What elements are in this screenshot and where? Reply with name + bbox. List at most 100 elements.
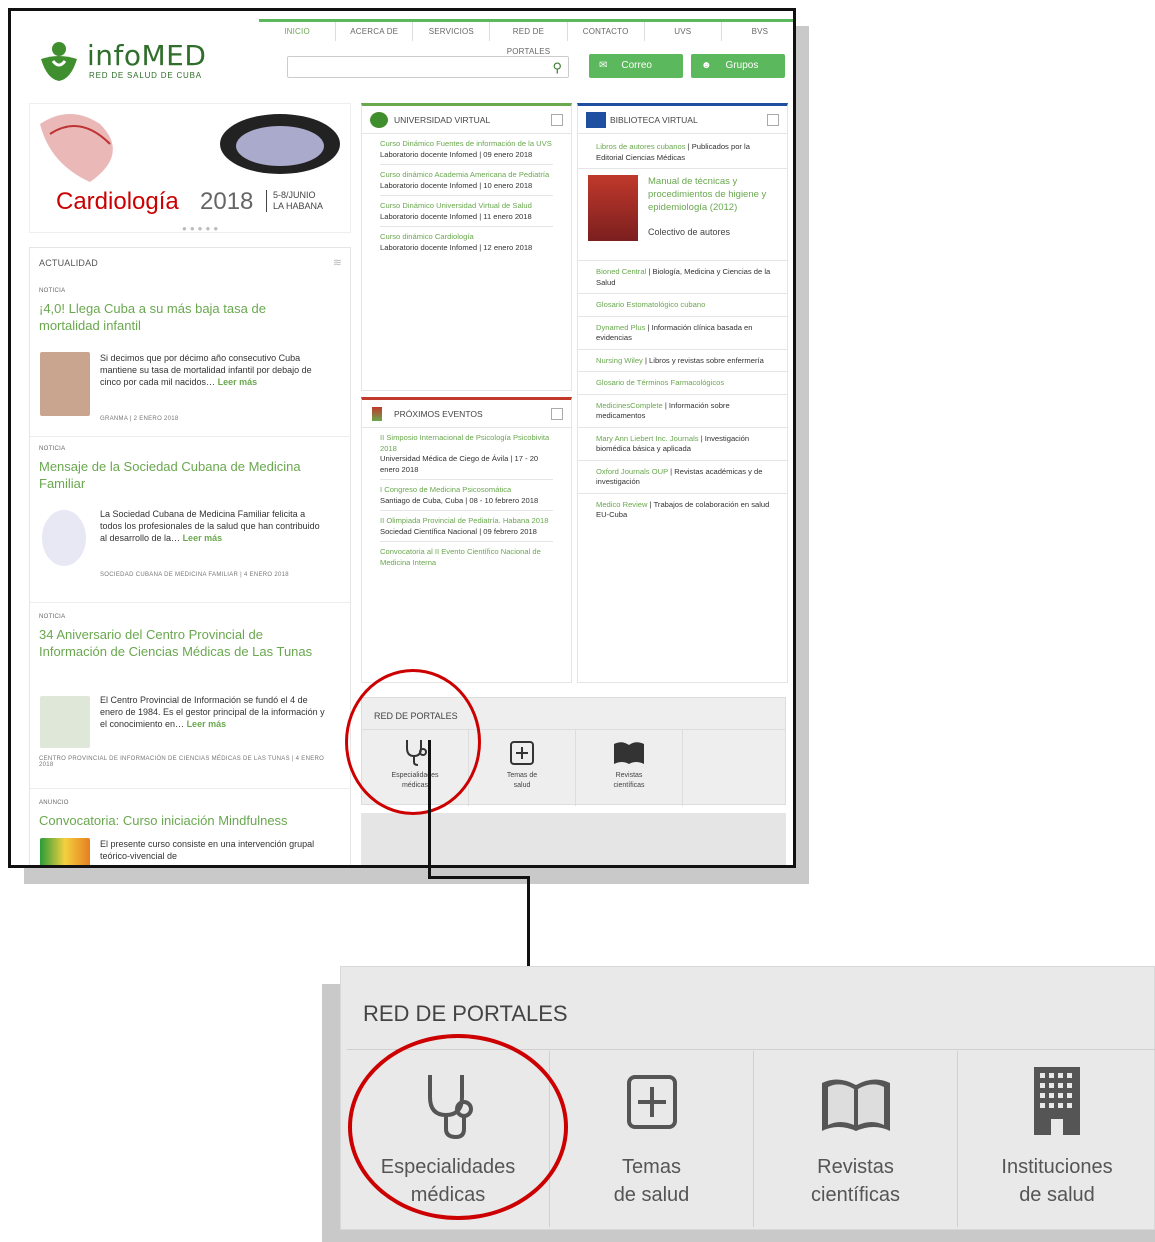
actualidad-panel: ACTUALIDAD ≋ NOTICIA ¡4,0! Llega Cuba a … [29, 247, 351, 865]
news-title[interactable]: Mensaje de la Sociedad Cubana de Medicin… [39, 458, 329, 492]
list-item[interactable]: Nursing Wiley | Libros y revistas sobre … [578, 356, 787, 372]
news-body: El presente curso consiste en una interv… [100, 839, 315, 861]
book-icon [614, 742, 644, 764]
news-tag: NOTICIA [39, 614, 66, 620]
carousel-dots[interactable]: ●●●●● [182, 224, 221, 232]
news-body: El Centro Provincial de Información se f… [100, 695, 325, 729]
baby-photo-image [40, 352, 90, 416]
top-nav: INICIO ACERCA DE SERVICIOS RED DE PORTAL… [259, 19, 793, 56]
banner-year: 2018 [200, 188, 254, 215]
nav-item-inicio[interactable]: INICIO [259, 22, 337, 41]
cpicm-logo-image [40, 696, 90, 748]
list-item[interactable]: Oxford Journals OUP | Revistas académica… [578, 467, 787, 494]
zoom-portal-revistas[interactable]: Revistas científicas [754, 1051, 958, 1227]
highlight-circle-small [345, 669, 481, 815]
actualidad-title: ACTUALIDAD [39, 258, 99, 268]
nav-item-uvs[interactable]: UVS [645, 22, 722, 41]
list-item[interactable]: I Congreso de Medicina Psicosomática Sant… [362, 480, 571, 511]
list-item[interactable]: II Simposio Internacional de Psicología … [362, 428, 571, 480]
portal-temas[interactable]: Temas de salud [469, 730, 576, 806]
screenshot-frame: INICIO ACERCA DE SERVICIOS RED DE PORTAL… [8, 8, 796, 868]
news-title[interactable]: ¡4,0! Llega Cuba a su más baja tasa de m… [39, 300, 329, 334]
leer-mas-link[interactable]: Leer más [183, 533, 223, 543]
list-item[interactable]: Libros de autores cubanos | Publicados p… [578, 142, 787, 169]
book-cover-image [588, 175, 638, 241]
search-icon[interactable]: ⚲ [552, 60, 562, 76]
nav-item-acerca[interactable]: ACERCA DE [336, 22, 414, 41]
users-icon: ☻ [701, 60, 712, 71]
news-title[interactable]: 34 Aniversario del Centro Provincial de … [39, 626, 329, 660]
banner-date: 5-8/JUNIO [273, 190, 316, 200]
book-title: Manual de técnicas y procedimientos de h… [648, 176, 767, 213]
society-seal-image [42, 510, 86, 566]
news-body: Si decimos que por décimo año consecutiv… [100, 353, 312, 387]
universidad-virtual-panel: UNIVERSIDAD VIRTUAL Curso Dinámico Fuent… [361, 103, 572, 391]
news-title[interactable]: Convocatoria: Curso iniciación Mindfulne… [39, 812, 339, 829]
infomed-logo-icon[interactable] [37, 39, 81, 83]
plus-box-icon [626, 1075, 677, 1129]
list-item[interactable]: Curso Dinámico Universidad Virtual de Sa… [362, 196, 571, 227]
portal-revistas[interactable]: Revistas científicas [576, 730, 683, 806]
rss-icon[interactable]: ≋ [333, 256, 342, 269]
external-link-icon[interactable] [551, 114, 563, 126]
mindfulness-image [40, 838, 90, 865]
eventos-panel: PRÓXIMOS EVENTOS II Simposio Internacion… [361, 397, 572, 683]
nav-item-bvs[interactable]: BVS [722, 22, 793, 41]
grupos-label: Grupos [725, 60, 759, 71]
cardiologia-banner[interactable]: Cardiología 2018 5-8/JUNIO LA HABANA ●●●●… [29, 103, 351, 233]
connector-line [428, 876, 530, 879]
grupos-button[interactable]: ☻ Grupos [691, 54, 785, 78]
list-item[interactable]: Dynamed Plus | Información clínica basad… [578, 323, 787, 350]
heart-illustration-image [40, 114, 340, 182]
list-item[interactable]: MedicinesComplete | Información sobre me… [578, 401, 787, 428]
list-item[interactable]: Curso dinámico Cardiología Laboratorio do… [362, 227, 571, 253]
mail-icon: ✉ [599, 60, 608, 71]
logo-text: infoMED [87, 39, 207, 72]
blank-widget [361, 813, 786, 865]
list-item[interactable]: Glosario Estomatológico cubano [578, 300, 787, 317]
correo-button[interactable]: ✉ Correo [589, 54, 683, 78]
news-tag: NOTICIA [39, 288, 66, 294]
list-item[interactable]: Curso Dinámico Fuentes de información de… [362, 134, 571, 165]
zoom-portal-instituciones[interactable]: Instituciones de salud [958, 1051, 1155, 1227]
book-icon [821, 1079, 890, 1131]
nav-item-servicios[interactable]: SERVICIOS [413, 22, 491, 41]
connector-line [428, 740, 431, 878]
eventos-title: PRÓXIMOS EVENTOS [394, 409, 483, 419]
nav-item-contacto[interactable]: CONTACTO [568, 22, 645, 41]
news-body: La Sociedad Cubana de Medicina Familiar … [100, 509, 320, 543]
list-item[interactable]: Curso dinámico Academia Americana de Ped… [362, 165, 571, 196]
book-author: Colectivo de autores [648, 227, 731, 237]
list-item[interactable]: Medico Review | Trabajos de colaboración… [578, 500, 787, 526]
biblioteca-title: BIBLIOTECA VIRTUAL [610, 115, 698, 125]
external-link-icon[interactable] [767, 114, 779, 126]
biblioteca-header: BIBLIOTECA VIRTUAL [578, 106, 787, 134]
featured-book[interactable]: Manual de técnicas y procedimientos de h… [578, 175, 787, 261]
news-meta: GRANMA | 2 ENERO 2018 [100, 416, 179, 422]
eventos-header: PRÓXIMOS EVENTOS [362, 400, 571, 428]
highlight-circle-zoom [348, 1034, 568, 1220]
news-meta: CENTRO PROVINCIAL DE INFORMACIÓN DE CIEN… [39, 756, 325, 768]
banner-location: 5-8/JUNIO LA HABANA [266, 190, 323, 212]
list-item[interactable]: Mary Ann Liebert Inc. Journals | Investi… [578, 434, 787, 461]
list-item[interactable]: Bioned Central | Biología, Medicina y Ci… [578, 267, 787, 294]
news-tag: NOTICIA [39, 446, 66, 452]
list-item[interactable]: Glosario de Términos Farmacológicos [578, 378, 787, 395]
leer-mas-link[interactable]: Leer más [218, 377, 258, 387]
correo-label: Correo [621, 60, 652, 71]
logo-subtitle: RED DE SALUD DE CUBA [89, 71, 202, 80]
zoom-portal-temas[interactable]: Temas de salud [550, 1051, 754, 1227]
nav-item-red[interactable]: RED DE PORTALES [490, 22, 568, 56]
news-tag: ANUNCIO [39, 800, 69, 806]
zoom-title: RED DE PORTALES [363, 1001, 568, 1026]
list-item[interactable]: Convocatoria al II Evento Científico Nac… [362, 542, 571, 568]
leer-mas-link[interactable]: Leer más [187, 719, 227, 729]
search-input[interactable]: ⚲ [287, 56, 569, 78]
list-item[interactable]: II Olimpiada Provincial de Pediatría. Ha… [362, 511, 571, 542]
calendar-icon [372, 407, 382, 421]
plus-box-icon [510, 741, 534, 765]
bvs-icon [586, 112, 606, 128]
external-link-icon[interactable] [551, 408, 563, 420]
banner-title: Cardiología [56, 188, 179, 215]
news-meta: SOCIEDAD CUBANA DE MEDICINA FAMILIAR | 4… [100, 572, 289, 578]
